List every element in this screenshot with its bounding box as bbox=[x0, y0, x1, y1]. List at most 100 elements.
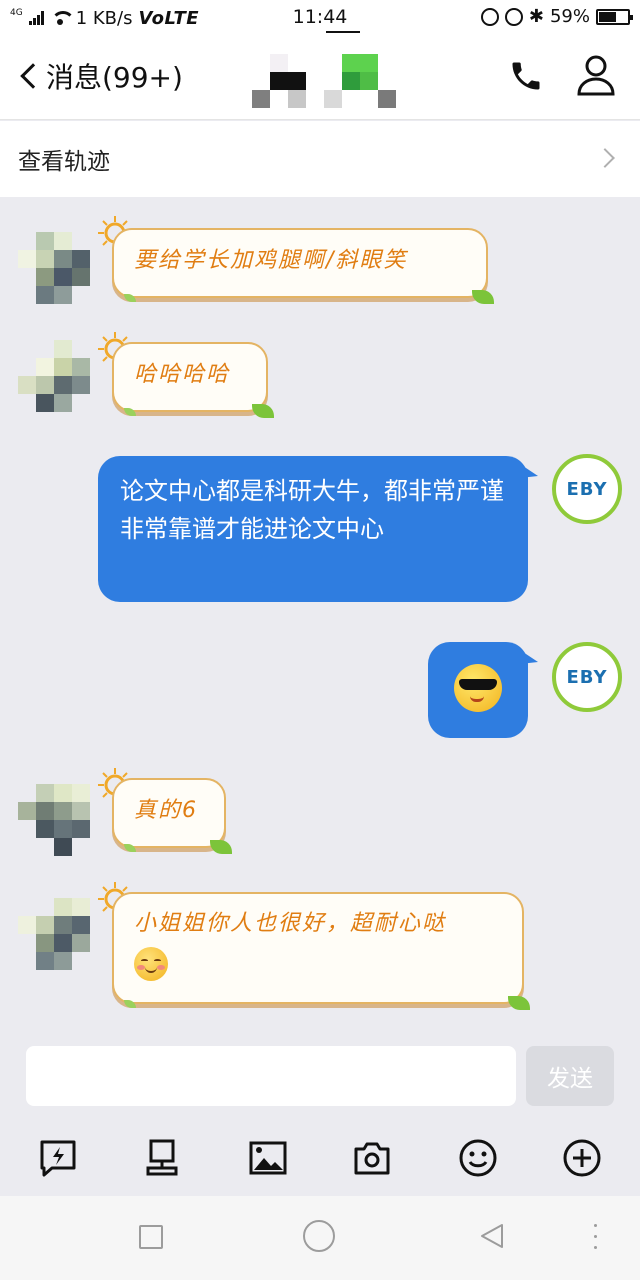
pixel-block bbox=[72, 268, 90, 286]
pixel-block bbox=[378, 90, 396, 108]
pixel-block bbox=[54, 898, 72, 916]
more-options-icon[interactable] bbox=[594, 1224, 598, 1250]
alarm-icon bbox=[504, 7, 523, 26]
contact-avatar[interactable] bbox=[18, 340, 92, 414]
incoming-message: 哈哈哈哈 bbox=[112, 342, 274, 418]
leaf-decoration-icon bbox=[472, 290, 494, 304]
wifi-icon bbox=[50, 11, 75, 25]
chat-toolbar bbox=[0, 1124, 640, 1196]
pixel-block bbox=[36, 286, 54, 304]
pixel-block bbox=[36, 250, 54, 268]
pixel-block bbox=[342, 72, 360, 90]
pixel-block bbox=[72, 934, 90, 952]
self-avatar[interactable]: EBY bbox=[552, 454, 622, 524]
emoji-icon[interactable] bbox=[458, 1138, 498, 1178]
pixel-block bbox=[54, 358, 72, 376]
view-track-label: 查看轨迹 bbox=[18, 149, 110, 175]
camera-icon[interactable] bbox=[352, 1138, 392, 1178]
contact-icon[interactable] bbox=[576, 54, 616, 96]
pixel-block bbox=[72, 916, 90, 934]
home-icon[interactable] bbox=[303, 1220, 335, 1252]
pixel-block bbox=[72, 820, 90, 838]
pixel-block bbox=[54, 394, 72, 412]
contact-avatar[interactable] bbox=[18, 232, 92, 306]
pixel-block bbox=[18, 802, 36, 820]
pixel-block bbox=[36, 358, 54, 376]
incoming-message: 真的6 bbox=[112, 778, 232, 854]
message-text: 小姐姐你人也很好，超耐心哒 bbox=[134, 911, 447, 936]
pixel-block bbox=[54, 376, 72, 394]
status-left: 4G 1 KB/s VoLTE bbox=[10, 8, 270, 29]
outgoing-message: 论文中心都是科研大牛，都非常严谨非常靠谱才能进论文中心 bbox=[98, 456, 538, 602]
blushing-smile-emoji-icon bbox=[134, 947, 168, 981]
bubble-tail bbox=[520, 650, 538, 664]
outgoing-message bbox=[428, 642, 538, 738]
bubble-tail bbox=[520, 464, 538, 478]
self-avatar[interactable]: EBY bbox=[552, 642, 622, 712]
pixel-block bbox=[36, 232, 54, 250]
bluetooth-icon: ✱ bbox=[528, 6, 544, 27]
chat-header: 消息(99+) bbox=[0, 36, 640, 120]
back-label: 消息(99+) bbox=[46, 61, 183, 94]
pixel-block bbox=[36, 784, 54, 802]
cool-sunglasses-emoji-icon bbox=[454, 664, 502, 712]
message-text: 真的6 bbox=[134, 798, 198, 823]
send-button[interactable]: 发送 bbox=[526, 1046, 614, 1106]
pixel-block bbox=[72, 250, 90, 268]
composer-bar: 发送 bbox=[0, 1028, 640, 1124]
pixel-block bbox=[72, 358, 90, 376]
pixel-block bbox=[72, 802, 90, 820]
leaf-decoration-icon bbox=[508, 996, 530, 1010]
leaf-decoration-icon bbox=[124, 294, 136, 302]
image-icon[interactable] bbox=[248, 1138, 288, 1178]
leaf-decoration-icon bbox=[124, 1000, 136, 1008]
time-underline bbox=[326, 31, 360, 33]
leaf-decoration-icon bbox=[210, 840, 232, 854]
battery-percent: 59% bbox=[549, 6, 590, 27]
emoji-blush bbox=[157, 965, 165, 970]
pixel-block bbox=[72, 784, 90, 802]
battery-icon bbox=[596, 8, 633, 25]
pixel-block bbox=[54, 802, 72, 820]
pixel-block bbox=[18, 916, 36, 934]
recent-apps-icon[interactable] bbox=[139, 1225, 163, 1249]
battery-fill bbox=[599, 11, 616, 22]
pixel-block bbox=[360, 72, 378, 90]
pixel-block bbox=[36, 916, 54, 934]
leaf-decoration-icon bbox=[124, 844, 136, 852]
computer-icon[interactable] bbox=[142, 1138, 182, 1178]
back-button[interactable]: 消息(99+) bbox=[18, 56, 183, 96]
pixel-block bbox=[324, 90, 342, 108]
pixel-block bbox=[36, 820, 54, 838]
emoji-mouth bbox=[145, 967, 157, 973]
message-text: 哈哈哈哈 bbox=[134, 362, 231, 387]
status-right: ✱ 59% bbox=[480, 6, 633, 27]
pixel-block bbox=[54, 784, 72, 802]
contact-avatar[interactable] bbox=[18, 898, 92, 972]
pixel-block bbox=[252, 90, 270, 108]
pixel-block bbox=[72, 898, 90, 916]
chevron-right-icon bbox=[595, 148, 615, 168]
emoji-mouth bbox=[470, 696, 484, 702]
pixel-block bbox=[54, 934, 72, 952]
pixel-block bbox=[54, 820, 72, 838]
plus-icon[interactable] bbox=[562, 1138, 602, 1178]
view-track-row[interactable]: 查看轨迹 bbox=[0, 121, 640, 197]
flash-chat-icon[interactable] bbox=[38, 1138, 78, 1178]
self-avatar-logo: EBY bbox=[566, 478, 608, 500]
pixel-block bbox=[36, 934, 54, 952]
contact-name-pixelated[interactable] bbox=[250, 50, 400, 108]
pixel-block bbox=[54, 952, 72, 970]
pixel-block bbox=[54, 286, 72, 304]
pixel-block bbox=[54, 232, 72, 250]
back-triangle-icon[interactable] bbox=[478, 1222, 506, 1250]
self-avatar-logo: EBY bbox=[566, 666, 608, 688]
pixel-block bbox=[270, 54, 288, 72]
phone-icon[interactable] bbox=[508, 58, 544, 94]
contact-avatar[interactable] bbox=[18, 784, 92, 858]
pixel-block bbox=[36, 376, 54, 394]
pixel-block bbox=[54, 838, 72, 856]
message-input[interactable] bbox=[26, 1046, 516, 1106]
leaf-decoration-icon bbox=[124, 408, 136, 416]
volte-label: VoLTE bbox=[138, 7, 200, 29]
